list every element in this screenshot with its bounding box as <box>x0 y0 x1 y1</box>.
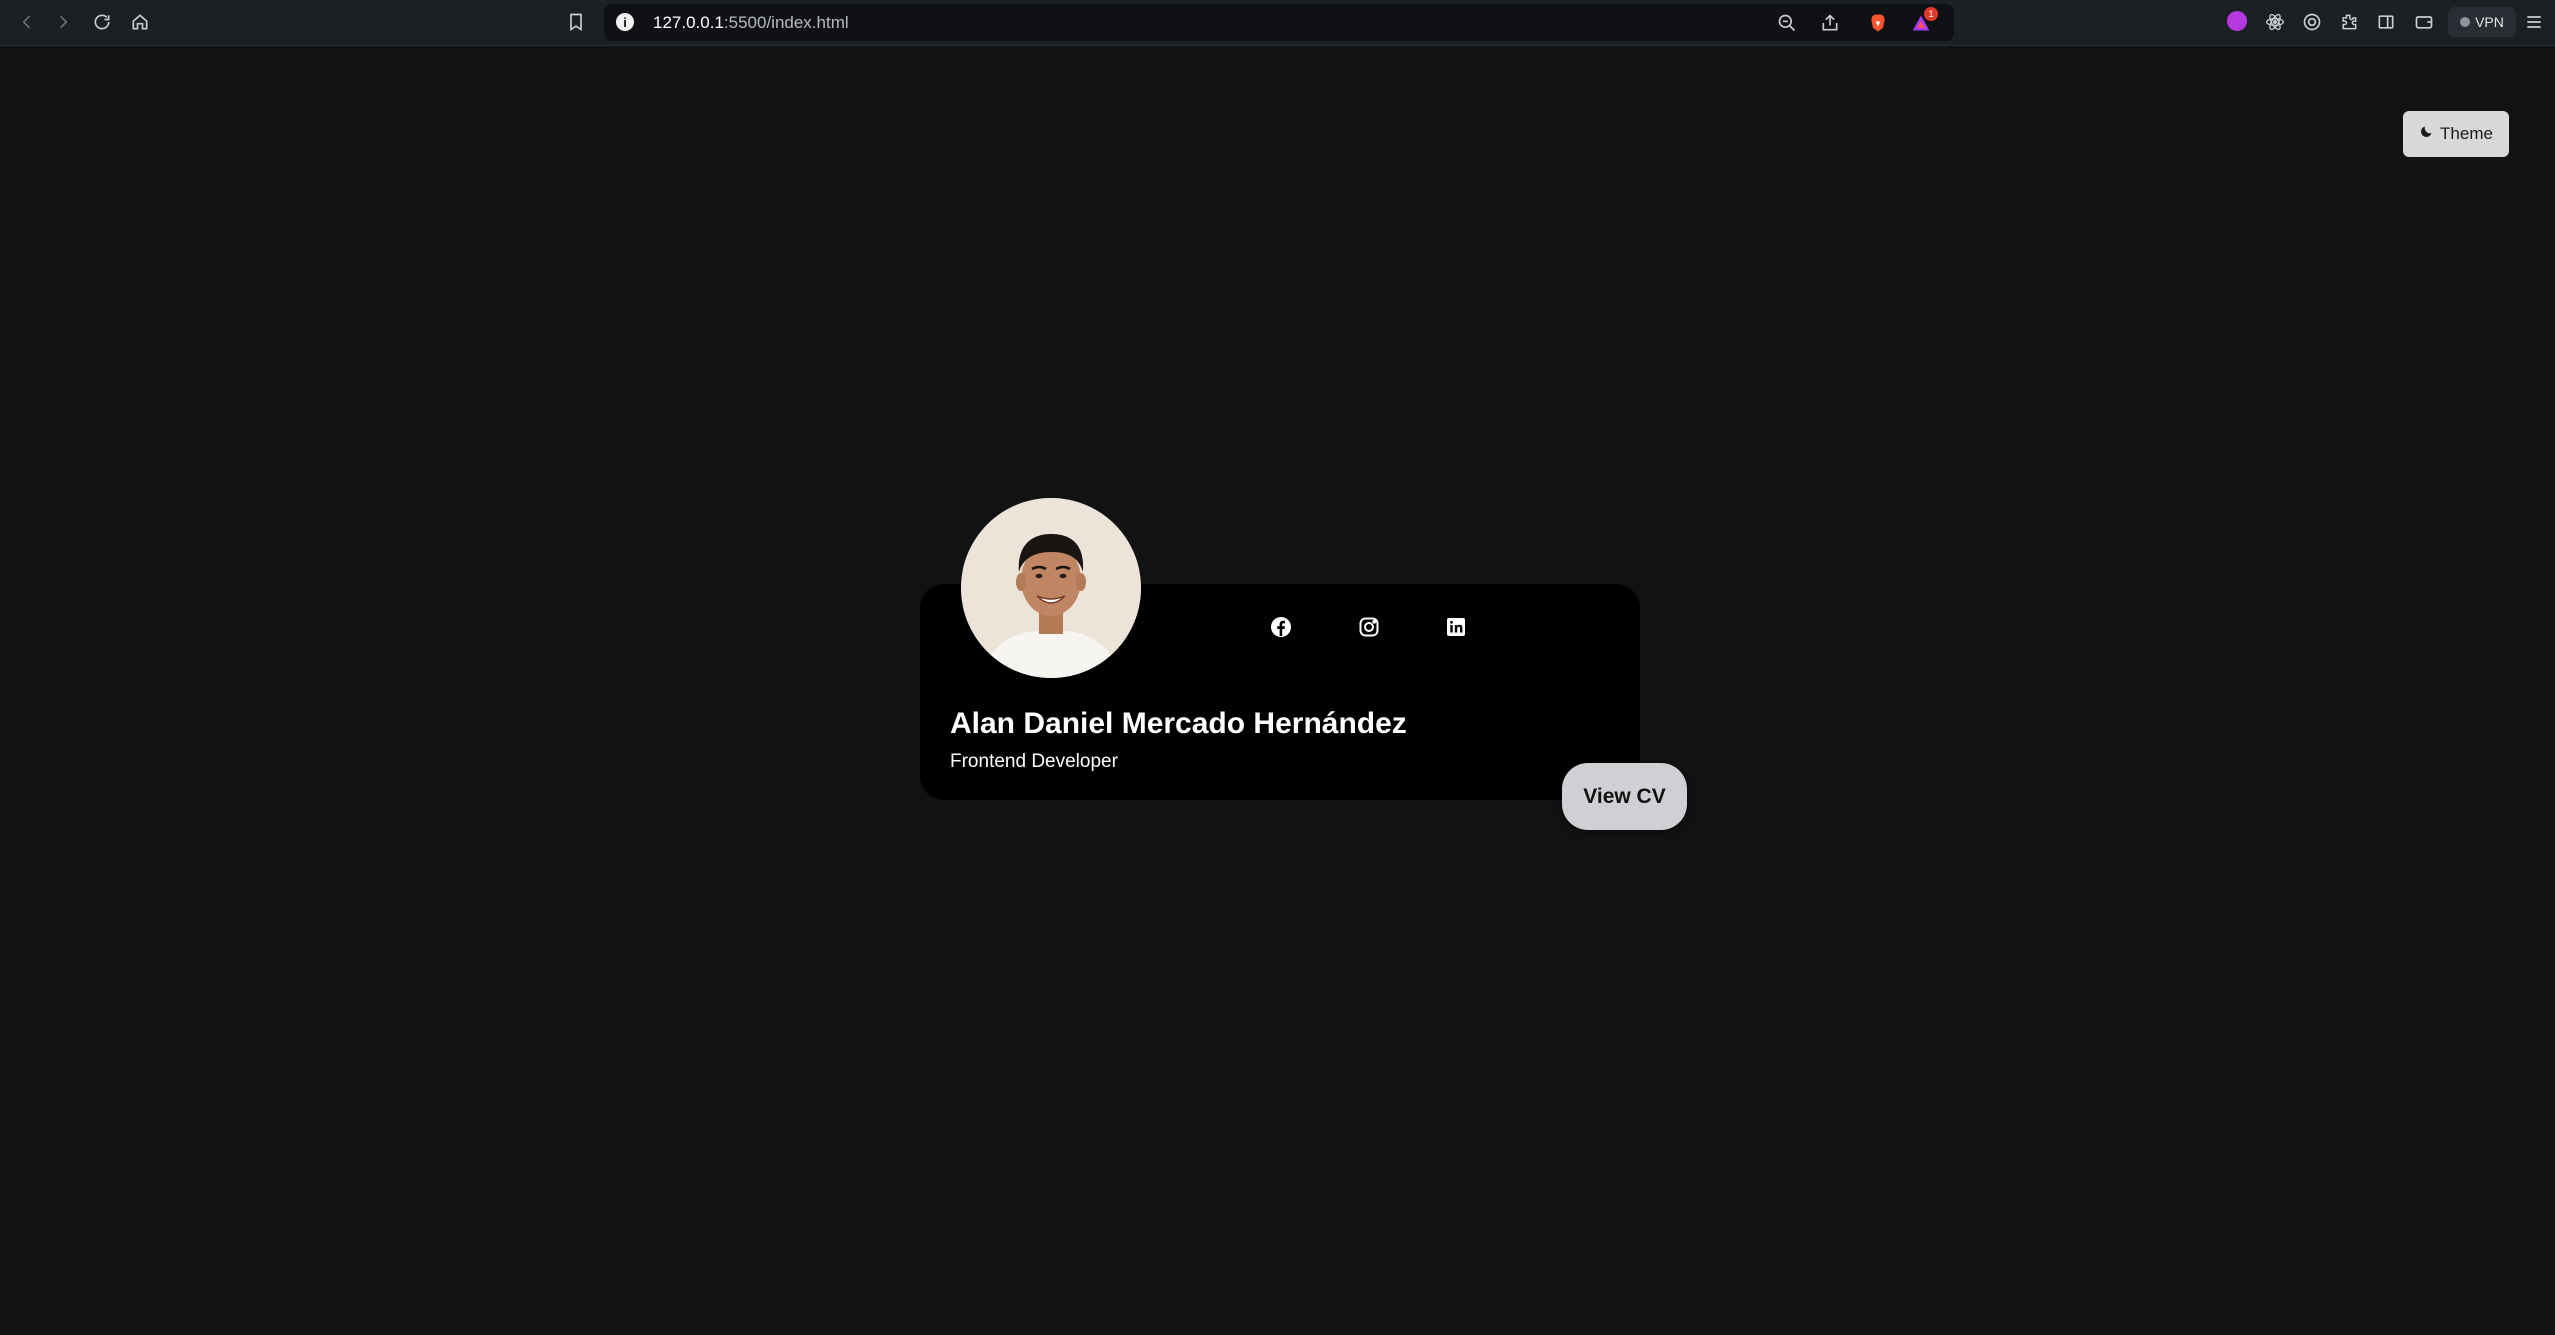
avatar <box>961 498 1141 678</box>
profile-role: Frontend Developer <box>950 751 1118 772</box>
extension-icon[interactable] <box>2227 11 2247 31</box>
zoom-icon[interactable] <box>1777 13 1797 33</box>
react-devtools-icon[interactable] <box>2264 11 2286 33</box>
brave-shields-icon[interactable] <box>1868 13 1888 33</box>
linkedin-icon[interactable] <box>1444 615 1468 639</box>
url-host: 127.0.0.1 <box>653 13 724 32</box>
site-info-icon[interactable]: i <box>616 13 634 31</box>
view-cv-button[interactable]: View CV <box>1562 763 1687 830</box>
wallet-icon[interactable] <box>2413 11 2435 33</box>
url-text[interactable]: 127.0.0.1:5500/index.html <box>653 13 849 33</box>
moon-icon <box>2419 124 2434 144</box>
rewards-badge: 1 <box>1924 7 1938 21</box>
reload-icon[interactable] <box>91 11 113 33</box>
forward-icon[interactable] <box>52 11 74 33</box>
browser-toolbar: i 127.0.0.1:5500/index.html 1 VPN <box>0 0 2555 46</box>
instagram-icon[interactable] <box>1357 615 1381 639</box>
target-extension-icon[interactable] <box>2301 11 2323 33</box>
profile-name: Alan Daniel Mercado Hernández <box>950 707 1407 740</box>
facebook-icon[interactable] <box>1269 615 1293 639</box>
extensions-puzzle-icon[interactable] <box>2338 11 2360 33</box>
theme-button-label: Theme <box>2440 124 2493 143</box>
bookmark-icon[interactable] <box>565 11 587 33</box>
vpn-label: VPN <box>2475 14 2504 30</box>
url-path: :5500/index.html <box>723 13 849 32</box>
back-icon[interactable] <box>16 11 38 33</box>
share-icon[interactable] <box>1820 13 1840 33</box>
vpn-button[interactable]: VPN <box>2448 7 2516 37</box>
menu-icon[interactable] <box>2523 11 2545 33</box>
address-bar[interactable]: i 127.0.0.1:5500/index.html 1 <box>604 4 1954 41</box>
theme-toggle-button[interactable]: Theme <box>2403 111 2509 157</box>
vpn-status-icon <box>2460 17 2471 27</box>
home-icon[interactable] <box>129 11 151 33</box>
sidebar-icon[interactable] <box>2375 11 2397 33</box>
